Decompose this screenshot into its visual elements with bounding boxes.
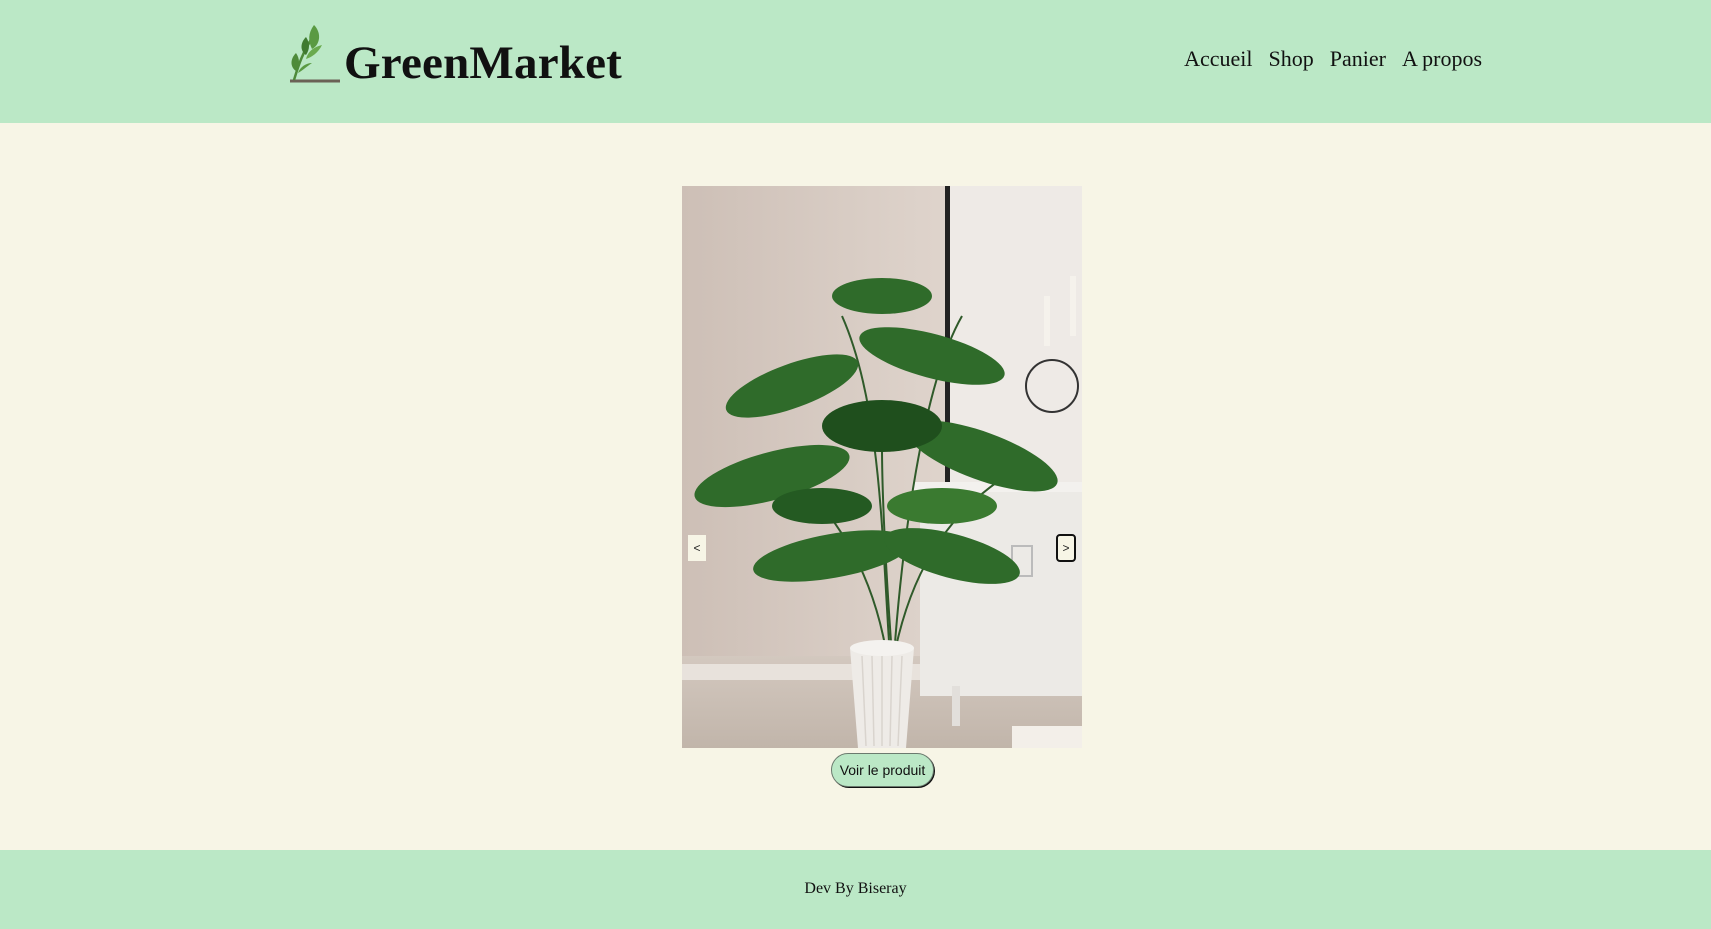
leaf-sprout-icon [284,23,342,88]
view-product-button[interactable]: Voir le produit [831,753,934,787]
nav-link-panier[interactable]: Panier [1330,46,1386,72]
product-image [682,186,1082,748]
nav-link-accueil[interactable]: Accueil [1184,46,1252,72]
footer-credit: Dev By Biseray [804,880,907,897]
nav-link-shop[interactable]: Shop [1268,46,1313,72]
main-content: < > Voir le produit [0,123,1711,850]
carousel-prev-button[interactable]: < [688,535,706,561]
site-footer: Dev By Biseray [0,850,1711,929]
nav-link-a-propos[interactable]: A propos [1402,46,1482,72]
site-header: GreenMarket Accueil Shop Panier A propos [0,0,1711,123]
main-nav: Accueil Shop Panier A propos [1184,46,1482,72]
product-carousel: < > [682,186,1082,748]
brand-name: GreenMarket [344,37,623,89]
carousel-next-button[interactable]: > [1056,534,1076,562]
brand[interactable]: GreenMarket [284,25,623,89]
